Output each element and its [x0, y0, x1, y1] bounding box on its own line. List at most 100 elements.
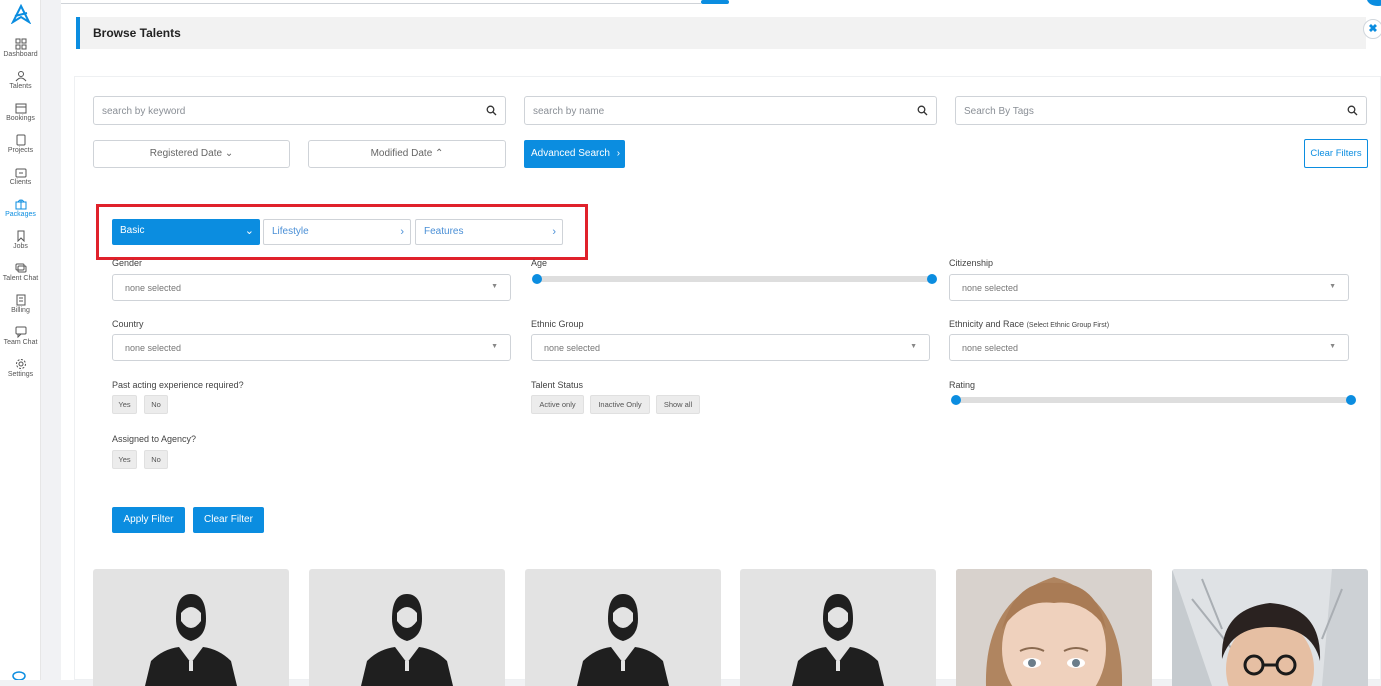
- rating-range-slider[interactable]: [951, 395, 1356, 405]
- sidebar-item-billing[interactable]: Billing: [0, 294, 41, 314]
- page-title: Browse Talents: [93, 26, 181, 40]
- tab-lifestyle[interactable]: Lifestyle ›: [263, 219, 411, 245]
- talent-card-photo[interactable]: [956, 569, 1152, 686]
- tab-features-label: Features: [424, 226, 464, 237]
- sidebar-item-label: Talent Chat: [2, 275, 39, 282]
- dashboard-grid-icon: [15, 38, 26, 50]
- sidebar-item-label: Packages: [5, 211, 36, 218]
- sidebar-item-jobs[interactable]: Jobs: [0, 230, 41, 250]
- sidebar-item-label: Dashboard: [3, 51, 38, 58]
- sidebar-item-bookings[interactable]: Bookings: [0, 102, 41, 122]
- sidebar-item-talent-chat[interactable]: Talent Chat: [0, 262, 41, 282]
- sidebar-item-projects[interactable]: Projects: [0, 134, 41, 154]
- clear-filter-button[interactable]: Clear Filter: [193, 507, 264, 533]
- projects-icon: [16, 134, 25, 146]
- registered-date-sort-button[interactable]: Registered Date ⌄: [93, 140, 290, 168]
- chevron-right-icon: ›: [552, 226, 556, 238]
- modified-date-sort-button[interactable]: Modified Date ⌃: [308, 140, 506, 168]
- avatar-placeholder-icon: [361, 594, 453, 686]
- past-acting-no-button[interactable]: No: [144, 395, 168, 414]
- tab-basic-label: Basic: [120, 225, 145, 236]
- age-slider-max-handle[interactable]: [927, 274, 937, 284]
- sidebar-item-dashboard[interactable]: Dashboard: [0, 38, 41, 58]
- country-select[interactable]: none selected ▼: [112, 334, 511, 361]
- apply-filter-button[interactable]: Apply Filter: [112, 507, 185, 533]
- tags-search-input[interactable]: Search By Tags: [955, 96, 1367, 125]
- advanced-search-button[interactable]: Advanced Search ›: [524, 140, 625, 168]
- tab-features[interactable]: Features ›: [415, 219, 563, 245]
- talent-card-photo[interactable]: [525, 569, 721, 686]
- clear-filters-button[interactable]: Clear Filters: [1304, 139, 1368, 168]
- talents-people-icon: [15, 71, 26, 82]
- status-active-only-button[interactable]: Active only: [531, 395, 584, 414]
- chevron-down-icon: ⌄: [224, 148, 234, 159]
- caret-down-icon: ▼: [910, 343, 917, 350]
- top-indicator: [701, 0, 729, 4]
- caret-down-icon: ▼: [1329, 283, 1336, 290]
- chevron-down-icon: ⌄: [244, 225, 254, 237]
- sidebar-item-packages[interactable]: Packages: [0, 198, 41, 218]
- rating-slider-min-handle[interactable]: [951, 395, 961, 405]
- past-acting-yes-button[interactable]: Yes: [112, 395, 137, 414]
- ethnic-group-select-value: none selected: [544, 343, 601, 353]
- search-icon[interactable]: [917, 105, 928, 116]
- app-logo-icon[interactable]: [11, 4, 31, 24]
- ethnic-group-select[interactable]: none selected ▼: [531, 334, 930, 361]
- rating-slider-max-handle[interactable]: [1346, 395, 1356, 405]
- close-button[interactable]: ✖: [1363, 19, 1381, 39]
- tab-basic[interactable]: Basic ⌄: [112, 219, 260, 245]
- talent-portrait-image: [956, 569, 1152, 686]
- sidebar-item-settings[interactable]: Settings: [0, 358, 41, 378]
- name-search-input[interactable]: search by name: [524, 96, 937, 125]
- sidebar-item-label: Bookings: [6, 115, 35, 122]
- status-show-all-button[interactable]: Show all: [656, 395, 700, 414]
- sidebar-item-label: Billing: [11, 307, 30, 314]
- sidebar-item-label: Talents: [9, 83, 32, 90]
- citizenship-select[interactable]: none selected ▼: [949, 274, 1349, 301]
- search-icon[interactable]: [486, 105, 497, 116]
- talent-card-photo[interactable]: [1172, 569, 1368, 686]
- settings-gear-icon: [15, 359, 26, 369]
- talent-portrait-image: [1172, 569, 1368, 686]
- sidebar-item-label: Jobs: [13, 243, 28, 250]
- talent-status-label: Talent Status: [531, 380, 584, 390]
- age-label: Age: [531, 258, 548, 268]
- agency-yes-button[interactable]: Yes: [112, 450, 137, 469]
- sidebar-item-clients[interactable]: Clients: [0, 166, 41, 186]
- keyword-search-input[interactable]: search by keyword: [93, 96, 506, 125]
- chevron-up-icon: ⌃: [435, 148, 444, 159]
- jobs-bookmark-icon: [17, 230, 24, 242]
- search-icon[interactable]: [1347, 105, 1358, 116]
- bookings-calendar-icon: [15, 103, 26, 114]
- caret-down-icon: ▼: [491, 343, 498, 350]
- talent-card-photo[interactable]: [309, 569, 505, 686]
- sidebar-item-talents[interactable]: Talents: [0, 70, 41, 90]
- sidebar-item-label: Team Chat: [3, 339, 38, 346]
- age-range-slider[interactable]: [532, 274, 937, 284]
- ethnic-group-label: Ethnic Group: [531, 319, 584, 329]
- modified-date-label: Modified Date: [370, 148, 433, 159]
- talent-card-photo[interactable]: [93, 569, 289, 686]
- clear-filters-label: Clear Filters: [1310, 148, 1362, 159]
- avatar-placeholder-icon: [577, 594, 669, 686]
- talent-card-photo[interactable]: [740, 569, 936, 686]
- ethnicity-race-note: (Select Ethnic Group First): [1026, 322, 1110, 329]
- age-slider-min-handle[interactable]: [532, 274, 542, 284]
- ethnicity-race-select[interactable]: none selected ▼: [949, 334, 1349, 361]
- tab-lifestyle-label: Lifestyle: [272, 226, 309, 237]
- avatar-placeholder-icon: [145, 594, 237, 686]
- citizenship-label: Citizenship: [949, 258, 994, 268]
- sidebar-item-label: Clients: [9, 179, 32, 186]
- status-inactive-only-button[interactable]: Inactive Only: [590, 395, 650, 414]
- gender-select[interactable]: none selected ▼: [112, 274, 511, 301]
- country-select-value: none selected: [125, 343, 182, 353]
- caret-down-icon: ▼: [491, 283, 498, 290]
- billing-icon: [16, 294, 25, 306]
- advanced-search-label: Advanced Search: [531, 148, 610, 159]
- sidebar-item-label: Settings: [7, 371, 34, 378]
- agency-no-button[interactable]: No: [144, 450, 168, 469]
- chat-bubble-icon[interactable]: [12, 668, 26, 680]
- panel-header: Browse Talents: [76, 17, 1366, 49]
- sidebar-item-team-chat[interactable]: Team Chat: [0, 326, 41, 346]
- close-icon: ✖: [1368, 23, 1378, 35]
